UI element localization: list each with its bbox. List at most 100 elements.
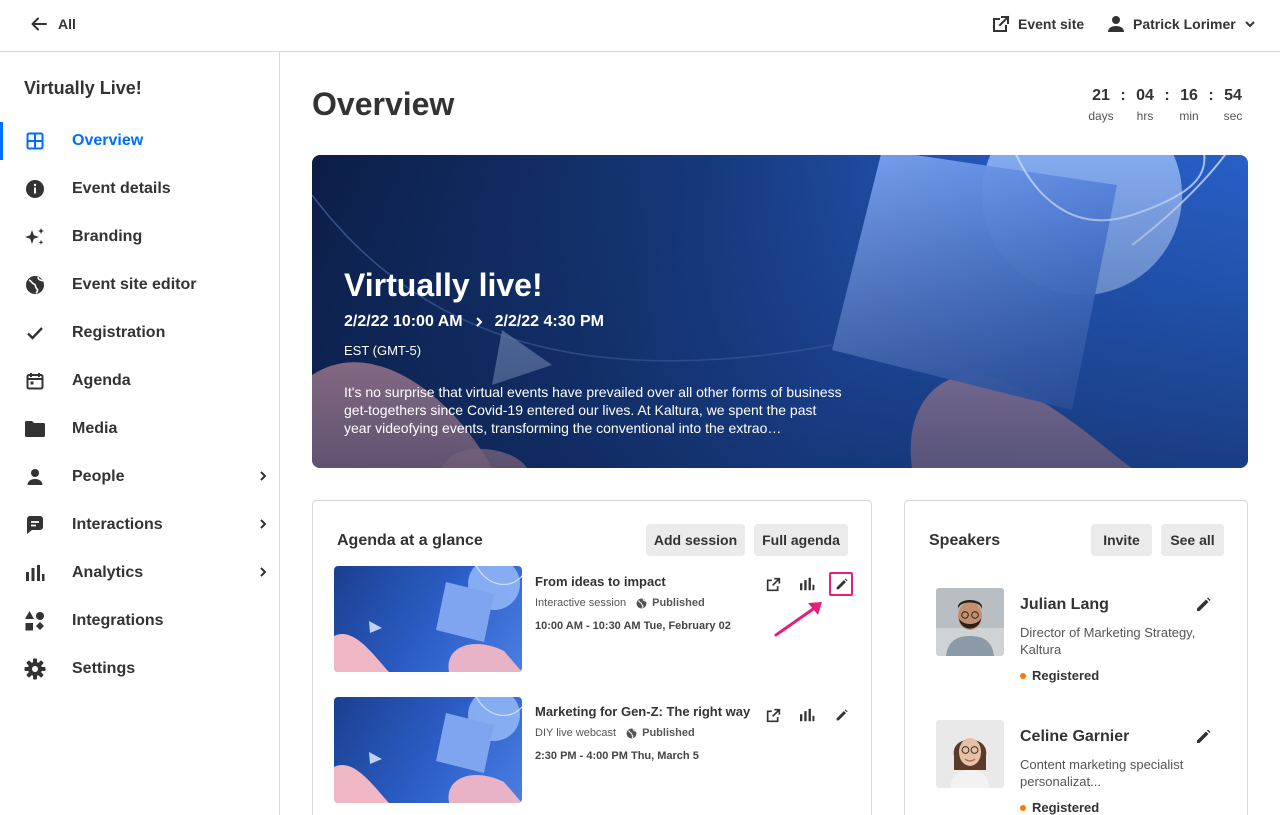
status-dot: [1020, 672, 1026, 679]
sidebar-item-event-site-editor[interactable]: Event site editor: [0, 261, 279, 309]
event-hero-banner: Virtually live! 2/2/22 10:00 AM 2/2/22 4…: [312, 155, 1248, 468]
sidebar-item-integrations[interactable]: Integrations: [0, 597, 279, 645]
edit-speaker-icon[interactable]: [1191, 725, 1215, 749]
countdown-hours-label: hrs: [1136, 109, 1154, 123]
annotation-arrow: [772, 599, 828, 639]
sidebar-item-people[interactable]: People: [0, 453, 279, 501]
arrow-left-icon: [30, 15, 48, 33]
sidebar-item-branding[interactable]: Branding: [0, 213, 279, 261]
event-name: Virtually Live!: [24, 78, 142, 98]
hero-dates: 2/2/22 10:00 AM 2/2/22 4:30 PM: [344, 313, 604, 331]
session-thumbnail[interactable]: [334, 566, 522, 672]
speaker-name: Celine Garnier: [1020, 728, 1130, 745]
external-link-icon: [992, 15, 1010, 33]
user-icon: [1107, 15, 1125, 33]
countdown-minutes-value: 16: [1180, 87, 1198, 104]
chevron-right-icon: [258, 470, 268, 482]
agenda-card-title: Agenda at a glance: [337, 532, 483, 549]
sidebar-item-label: Media: [72, 420, 118, 437]
speaker-role: Director of Marketing Strategy, Kaltura: [1020, 625, 1196, 657]
external-link-icon[interactable]: [761, 572, 785, 596]
sidebar-item-label: Event site editor: [72, 276, 197, 293]
session-title[interactable]: From ideas to impact: [535, 574, 666, 589]
sidebar-item-label: Registration: [72, 324, 166, 341]
sidebar-item-registration[interactable]: Registration: [0, 309, 279, 357]
sidebar-item-settings[interactable]: Settings: [0, 645, 279, 693]
speaker-item[interactable]: Julian Lang Director of Marketing Strate…: [936, 588, 1226, 688]
agenda-card: Agenda at a glance Add session Full agen…: [312, 500, 872, 815]
full-agenda-button[interactable]: Full agenda: [754, 524, 848, 556]
sidebar-item-label: Event details: [72, 180, 171, 197]
sidebar-item-event-details[interactable]: Event details: [0, 165, 279, 213]
add-session-button[interactable]: Add session: [646, 524, 745, 556]
speaker-item[interactable]: Celine Garnier Content marketing special…: [936, 720, 1226, 815]
speakers-card: Speakers Invite See all Julian Lang Dire…: [904, 500, 1248, 815]
event-site-link[interactable]: Event site: [992, 15, 1084, 33]
globe-icon: [24, 274, 46, 296]
sidebar-nav: Overview Event details Branding Event si…: [0, 117, 279, 693]
back-to-all-button[interactable]: All: [30, 15, 76, 33]
session-meta: DIY live webcast Published: [535, 727, 695, 739]
external-link-icon[interactable]: [761, 703, 785, 727]
sidebar-item-overview[interactable]: Overview: [0, 117, 279, 165]
page-title: Overview: [312, 86, 455, 122]
sidebar: Virtually Live! Overview Event details B…: [0, 52, 280, 815]
sidebar-item-label: Branding: [72, 228, 143, 245]
status-dot: [1020, 804, 1026, 811]
calendar-icon: [24, 370, 46, 392]
hero-end-date: 2/2/22 4:30 PM: [494, 313, 604, 330]
sidebar-item-label: Interactions: [72, 516, 163, 533]
invite-button[interactable]: Invite: [1091, 524, 1152, 556]
speaker-status-label: Registered: [1032, 668, 1100, 683]
sidebar-item-media[interactable]: Media: [0, 405, 279, 453]
speaker-status: Registered: [1020, 800, 1099, 815]
session-time: 2:30 PM - 4:00 PM Thu, March 5: [535, 750, 699, 762]
sidebar-item-label: Settings: [72, 660, 136, 677]
sidebar-item-agenda[interactable]: Agenda: [0, 357, 279, 405]
countdown-seconds-label: sec: [1223, 109, 1243, 123]
sparkle-icon: [24, 226, 46, 248]
agenda-session-item[interactable]: From ideas to impact Interactive session…: [334, 566, 854, 672]
event-site-label: Event site: [1018, 16, 1085, 32]
top-bar: All Event site Patrick Lorimer: [0, 0, 1280, 52]
edit-session-icon[interactable]: [829, 703, 853, 727]
person-icon: [24, 466, 46, 488]
session-type: Interactive session: [535, 597, 627, 609]
globe-icon: [626, 728, 637, 739]
chevron-right-icon: [258, 566, 268, 578]
gear-icon: [24, 658, 46, 680]
analytics-icon[interactable]: [795, 572, 819, 596]
sidebar-item-label: Overview: [72, 132, 144, 149]
chat-icon: [24, 514, 46, 536]
speakers-card-title: Speakers: [929, 532, 1001, 549]
countdown-minutes: 16 min: [1174, 86, 1204, 124]
countdown-minutes-label: min: [1179, 109, 1199, 123]
session-title[interactable]: Marketing for Gen-Z: The right way: [535, 704, 750, 719]
countdown-timer: 21 days : 04 hrs : 16 min : 54 sec: [1086, 86, 1248, 124]
agenda-session-item[interactable]: Marketing for Gen-Z: The right way DIY l…: [334, 697, 854, 803]
edit-session-icon[interactable]: [829, 572, 853, 596]
speaker-status-label: Registered: [1032, 800, 1100, 815]
hero-start-date: 2/2/22 10:00 AM: [344, 313, 463, 330]
sidebar-item-interactions[interactable]: Interactions: [0, 501, 279, 549]
sidebar-item-label: Agenda: [72, 372, 131, 389]
info-icon: [24, 178, 46, 200]
session-status: Published: [626, 727, 695, 739]
chevron-right-icon: [475, 316, 483, 328]
hero-description: It's no surprise that virtual events hav…: [344, 384, 842, 436]
countdown-days-label: days: [1088, 109, 1114, 123]
analytics-icon[interactable]: [795, 703, 819, 727]
countdown-hours-value: 04: [1136, 87, 1154, 104]
countdown-hours: 04 hrs: [1130, 86, 1160, 124]
main-content: Overview 21 days : 04 hrs : 16 min : 54 …: [280, 52, 1280, 815]
see-all-button[interactable]: See all: [1161, 524, 1224, 556]
session-thumbnail[interactable]: [334, 697, 522, 803]
countdown-separator: :: [1120, 87, 1126, 104]
sidebar-item-analytics[interactable]: Analytics: [0, 549, 279, 597]
user-menu[interactable]: Patrick Lorimer: [1107, 15, 1256, 33]
avatar: [936, 588, 1004, 656]
session-meta: Interactive session Published: [535, 597, 705, 609]
session-status-label: Published: [652, 597, 705, 609]
bar-chart-icon: [24, 562, 46, 584]
edit-speaker-icon[interactable]: [1191, 593, 1215, 617]
